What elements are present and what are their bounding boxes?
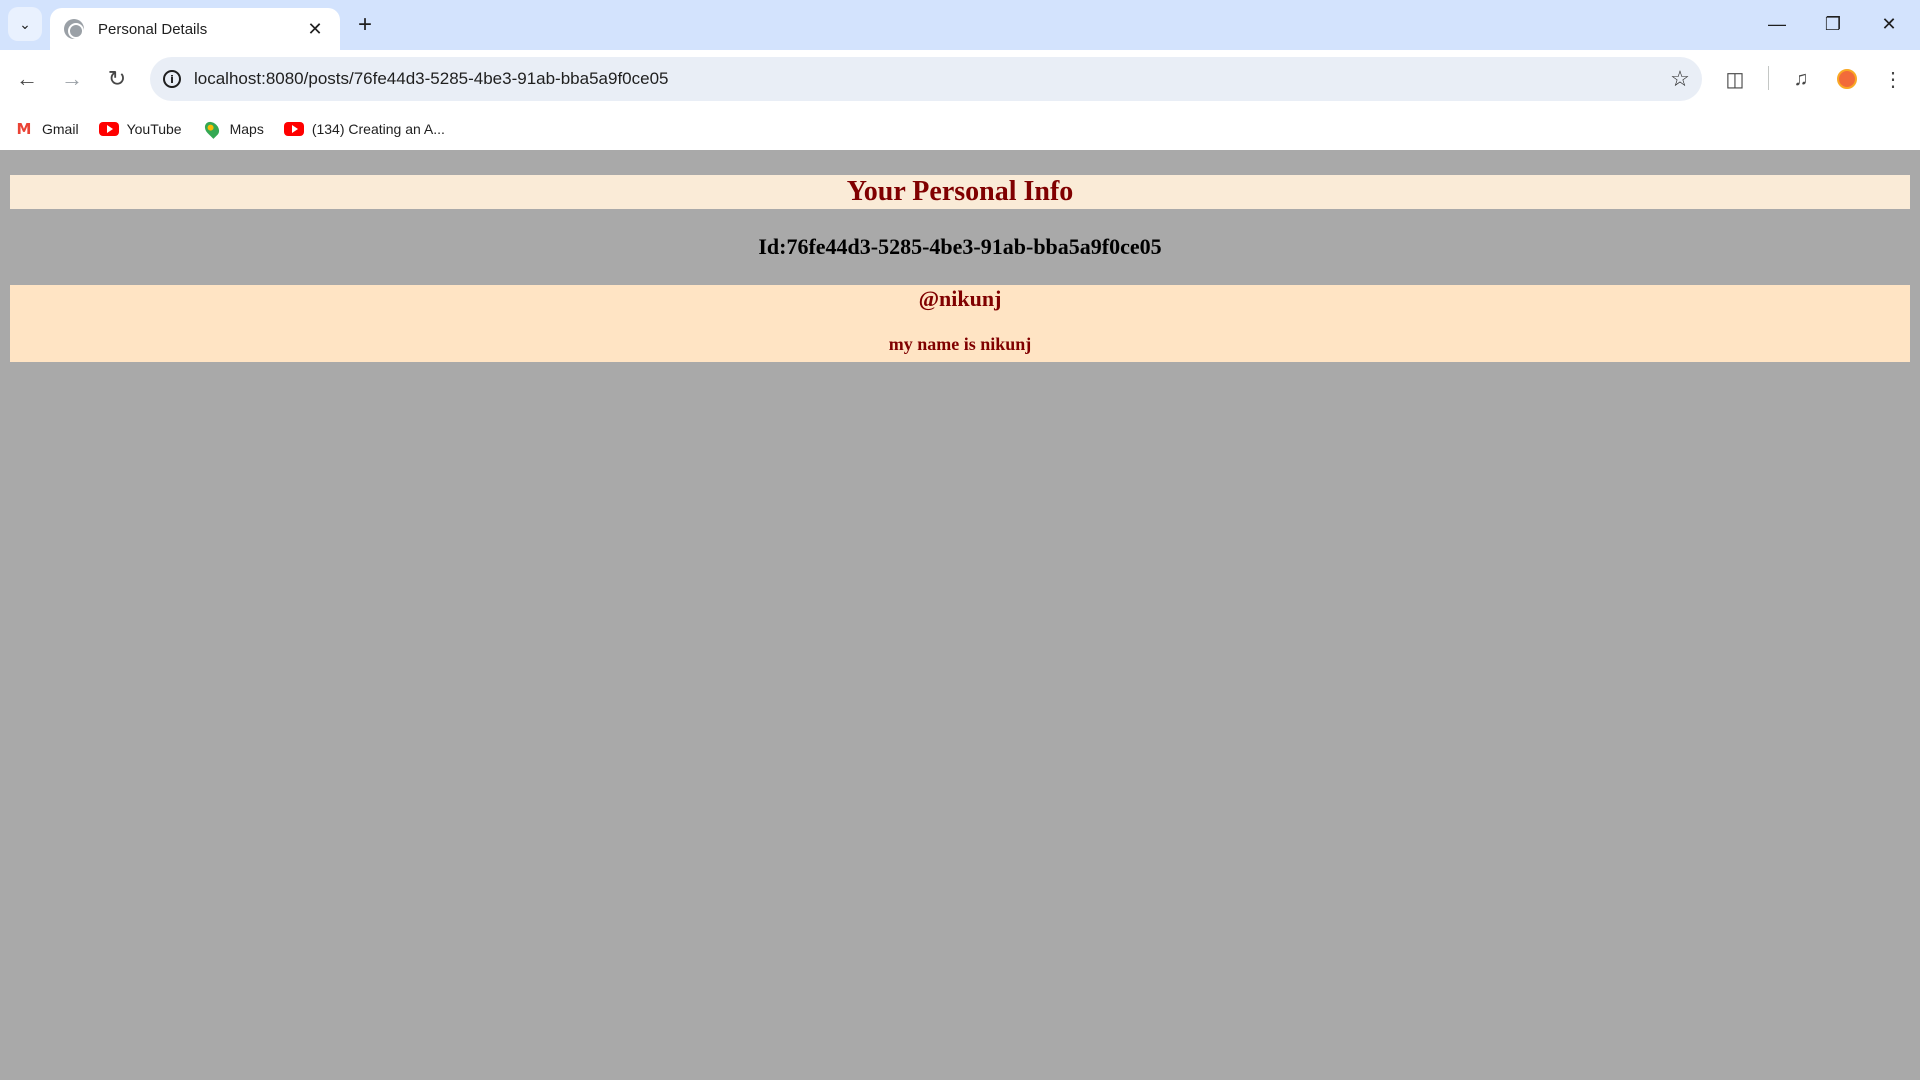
playlist-icon: ♫ — [1793, 67, 1809, 90]
site-info-button[interactable]: i — [150, 70, 194, 88]
extensions-button[interactable]: ◫ — [1718, 62, 1752, 96]
tab-title: Personal Details — [98, 20, 208, 38]
maps-icon — [201, 119, 222, 139]
forward-button[interactable]: → — [55, 62, 89, 96]
close-window-button[interactable]: ✕ — [1866, 8, 1912, 40]
bookmarks-bar: M Gmail YouTube Maps (134) Creating an A… — [0, 108, 1920, 150]
chevron-down-icon: ⌄ — [19, 15, 31, 32]
minimize-button[interactable]: — — [1754, 8, 1800, 40]
address-bar[interactable]: i localhost:8080/posts/76fe44d3-5285-4be… — [150, 57, 1702, 101]
avatar — [1837, 69, 1857, 89]
restore-button[interactable]: ❐ — [1810, 8, 1856, 40]
bookmark-maps[interactable]: Maps — [201, 119, 264, 139]
post-card: @nikunj my name is nikunj — [10, 285, 1910, 362]
bookmark-youtube[interactable]: YouTube — [98, 121, 182, 137]
bookmark-label: (134) Creating an A... — [311, 121, 445, 137]
new-tab-button[interactable]: + — [350, 10, 380, 40]
reload-button[interactable]: ↻ — [100, 62, 134, 96]
puzzle-icon: ◫ — [1725, 68, 1745, 91]
menu-button[interactable]: ⋮ — [1876, 62, 1910, 96]
reload-icon: ↻ — [107, 66, 127, 91]
globe-icon — [64, 19, 84, 39]
bookmark-star-icon[interactable]: ☆ — [1658, 66, 1702, 92]
browser-toolbar: ← → ↻ i localhost:8080/posts/76fe44d3-52… — [0, 50, 1920, 108]
youtube-icon — [283, 121, 304, 137]
tab-search-button[interactable]: ⌄ — [8, 7, 42, 41]
url-text[interactable]: localhost:8080/posts/76fe44d3-5285-4be3-… — [194, 69, 1658, 89]
bookmark-gmail[interactable]: M Gmail — [14, 120, 79, 138]
gmail-icon: M — [16, 120, 32, 138]
bookmark-label: YouTube — [126, 121, 182, 137]
plus-icon: + — [357, 11, 372, 38]
info-icon: i — [163, 70, 181, 88]
page-title: Your Personal Info — [846, 176, 1074, 207]
post-username: @nikunj — [918, 286, 1002, 311]
heading-bar: Your Personal Info — [10, 175, 1910, 209]
restore-icon: ❐ — [1824, 13, 1842, 34]
post-id: Id:76fe44d3-5285-4be3-91ab-bba5a9f0ce05 — [758, 234, 1162, 259]
active-tab[interactable]: Personal Details ✕ — [50, 8, 340, 50]
tab-strip: ⌄ Personal Details ✕ + — ❐ ✕ — [0, 0, 1920, 50]
tab-close-icon[interactable]: ✕ — [304, 19, 326, 40]
minimize-icon: — — [1768, 13, 1786, 34]
close-icon: ✕ — [1881, 13, 1897, 34]
post-content: my name is nikunj — [888, 334, 1032, 354]
bookmark-label: Gmail — [42, 121, 79, 137]
bookmark-creating-an[interactable]: (134) Creating an A... — [283, 121, 445, 137]
bookmark-label: Maps — [229, 121, 264, 137]
page-viewport: Your Personal Info Id:76fe44d3-5285-4be3… — [0, 150, 1920, 1080]
more-vert-icon: ⋮ — [1883, 68, 1903, 91]
profile-button[interactable] — [1830, 62, 1864, 96]
arrow-left-icon: ← — [16, 66, 38, 91]
toolbar-divider — [1768, 66, 1769, 90]
back-button[interactable]: ← — [10, 62, 44, 96]
youtube-icon — [98, 121, 119, 137]
media-control-button[interactable]: ♫ — [1784, 62, 1818, 96]
arrow-right-icon: → — [61, 66, 83, 91]
